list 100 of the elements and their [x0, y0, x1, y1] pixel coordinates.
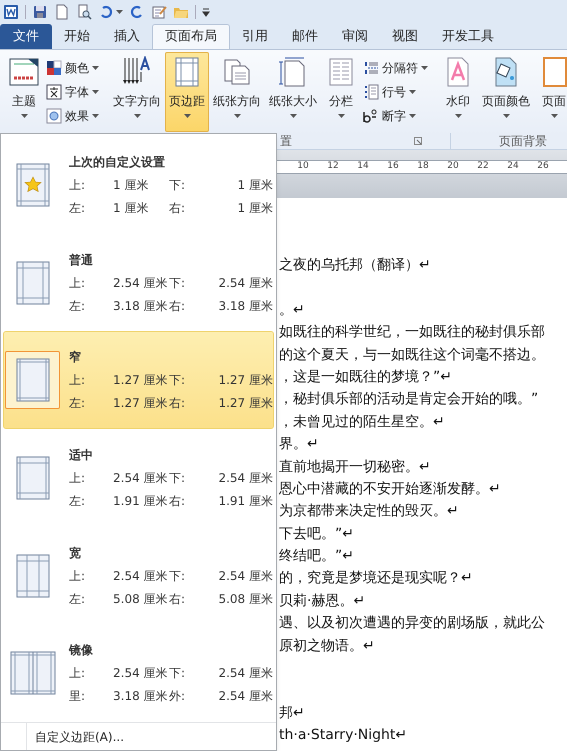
- margin-value: 2.54 厘米: [113, 470, 169, 487]
- ribbon-tab[interactable]: 视图: [380, 24, 430, 49]
- page-margins-icon: [10, 651, 56, 696]
- document-text-line: 恩心中潜藏的不安开始逐渐发酵。↵: [279, 480, 502, 499]
- document-text-line: 遇、以及初次遭遇的异变的剧场版，就此公: [279, 614, 546, 634]
- redo-icon[interactable]: [129, 4, 145, 20]
- page-margins-icon: [16, 456, 50, 500]
- document-text-line: ，这是一如既往的梦境？”↵: [279, 368, 453, 387]
- margin-value: 2.54 厘米: [113, 568, 169, 585]
- hyphenation-icon: [363, 108, 379, 124]
- document-text-line: 界。↵: [279, 435, 320, 454]
- effects-icon: [46, 108, 62, 124]
- ribbon-button[interactable]: 页面: [534, 52, 567, 132]
- dropdown-caret-icon: [338, 114, 344, 118]
- margin-value: 5.08 厘米: [113, 590, 169, 608]
- dropdown-caret-icon: [409, 90, 416, 94]
- ribbon-button[interactable]: 纸张大小: [265, 52, 321, 132]
- colors-icon: [46, 60, 62, 76]
- ribbon-button[interactable]: 颜色: [46, 58, 99, 78]
- margin-preset[interactable]: 窄 上: 1.27 厘米下: 1.27 厘米 左: 1.27 厘米右: 1.27 厘米: [3, 331, 274, 430]
- margin-label: 左:: [69, 492, 86, 510]
- ribbon-tab[interactable]: 页面布局: [152, 24, 230, 49]
- margin-value: 2.54 厘米: [217, 568, 273, 585]
- new-document-icon[interactable]: [54, 4, 70, 20]
- ruler-number: 20: [446, 160, 460, 174]
- custom-margins-item[interactable]: 自定义边距(A)...: [35, 728, 124, 746]
- margin-value: 2.54 厘米: [217, 665, 273, 682]
- margin-value: 1 厘米: [113, 176, 150, 194]
- dropdown-caret-icon: [20, 114, 28, 118]
- ribbon-button[interactable]: 纸张方向: [209, 52, 265, 132]
- document-text-line: ，未曾见过的陌生星空。↵: [279, 412, 446, 432]
- app-logo-icon[interactable]: [3, 4, 19, 20]
- ribbon-button[interactable]: 分栏: [321, 52, 361, 132]
- save-icon[interactable]: [32, 4, 48, 20]
- ribbon-tab[interactable]: 插入: [102, 24, 152, 49]
- margin-preset[interactable]: 宽 上: 2.54 厘米下: 2.54 厘米 左: 5.08 厘米右: 5.08 厘米: [3, 526, 274, 624]
- ribbon-button[interactable]: 主题: [4, 52, 44, 132]
- margin-label: 上:: [69, 470, 86, 487]
- dialog-launcher-icon[interactable]: [414, 137, 422, 145]
- ribbon-tab[interactable]: 引用: [230, 24, 280, 49]
- margin-value: 1 厘米: [113, 200, 150, 217]
- margin-preset[interactable]: 适中 上: 2.54 厘米下: 2.54 厘米 左: 1.91 厘米右: 1.91 厘米: [3, 429, 274, 527]
- ribbon-button[interactable]: 效果: [46, 106, 99, 126]
- dropdown-caret-icon: [92, 90, 99, 94]
- ribbon-tab[interactable]: 开始: [52, 24, 102, 49]
- document-text-line: 的这个夏天，与一如既往这个词毫不搭边。: [279, 346, 546, 365]
- undo-icon[interactable]: [98, 4, 114, 20]
- margin-label: 外:: [169, 688, 186, 706]
- margin-value: 2.54 厘米: [217, 688, 273, 706]
- margin-preset[interactable]: 普通 上: 2.54 厘米下: 2.54 厘米 左: 3.18 厘米右: 3.18 厘米: [3, 234, 274, 332]
- margin-label: 上:: [69, 665, 86, 682]
- ruler-number: 14: [356, 160, 370, 174]
- margin-label: 左:: [69, 395, 86, 412]
- margin-preset[interactable]: 上次的自定义设置 上: 1 厘米 下: 1 厘米 左: 1 厘米 右: 1 厘米: [3, 136, 274, 234]
- ruler-number: 10: [296, 160, 310, 174]
- ribbon-tab[interactable]: 开发工具: [430, 24, 506, 49]
- margin-label: 下:: [169, 665, 186, 682]
- margin-label: 左:: [69, 200, 86, 217]
- margin-value: 1.27 厘米: [217, 395, 273, 412]
- margin-value: 1.91 厘米: [113, 492, 169, 510]
- ribbon-button[interactable]: 页边距: [165, 52, 209, 132]
- preset-title: 镜像: [69, 642, 94, 660]
- edit-document-icon[interactable]: [151, 4, 167, 20]
- preset-title: 适中: [69, 446, 94, 464]
- document-text-line: 邦↵: [279, 704, 306, 723]
- ribbon-button[interactable]: 断字: [363, 106, 428, 126]
- margin-value: 1 厘米: [236, 176, 273, 194]
- margin-preset[interactable]: 镜像 上: 2.54 厘米下: 2.54 厘米 里: 3.18 厘米外: 2.54 厘米: [3, 624, 274, 722]
- ribbon-tab[interactable]: 审阅: [330, 24, 380, 49]
- dropdown-caret-icon: [421, 66, 428, 70]
- margin-label: 右:: [169, 590, 186, 608]
- document-text-line: ，秘封俱乐部的活动是肯定会开始的哦。”: [279, 390, 540, 410]
- dropdown-caret-icon: [116, 10, 123, 14]
- margin-value: 5.08 厘米: [217, 590, 273, 608]
- ribbon-tab[interactable]: 文件: [0, 24, 52, 49]
- margin-label: 上:: [69, 372, 86, 390]
- ribbon-button[interactable]: 行号: [363, 82, 428, 102]
- preset-title: 普通: [69, 252, 94, 269]
- ribbon-button[interactable]: 水印: [438, 52, 478, 132]
- margin-label: 右:: [169, 492, 186, 510]
- document-text-line: 直前地揭开一切秘密。↵: [279, 458, 432, 477]
- ribbon-tab[interactable]: 邮件: [280, 24, 330, 49]
- ruler-number: 24: [506, 160, 520, 174]
- ribbon-button[interactable]: 分隔符: [363, 58, 428, 78]
- group-label: 置: [280, 133, 292, 150]
- ribbon-button[interactable]: 字体: [46, 82, 99, 102]
- document-text-line: 。↵: [279, 300, 306, 320]
- document-text-line: th·a·Starry·Night↵: [279, 726, 408, 746]
- customize-toolbar-icon[interactable]: [202, 7, 210, 17]
- document-text-line: 如既往的科学世纪，一如既往的秘封俱乐部: [279, 323, 546, 342]
- ruler-number: 26: [536, 160, 550, 174]
- theme-icon: [8, 56, 40, 88]
- ribbon-button[interactable]: 页面颜色: [478, 52, 534, 132]
- ribbon-button[interactable]: 文字方向: [109, 52, 165, 132]
- margin-value: 1.27 厘米: [217, 372, 273, 390]
- document-text-line: 的，究竟是梦境还是现实呢？↵: [279, 569, 474, 588]
- margin-label: 右:: [169, 395, 186, 412]
- margin-label: 下:: [169, 176, 186, 194]
- document-text-line: 之夜的乌托邦（翻译）↵: [279, 256, 432, 275]
- print-preview-icon[interactable]: [76, 4, 92, 20]
